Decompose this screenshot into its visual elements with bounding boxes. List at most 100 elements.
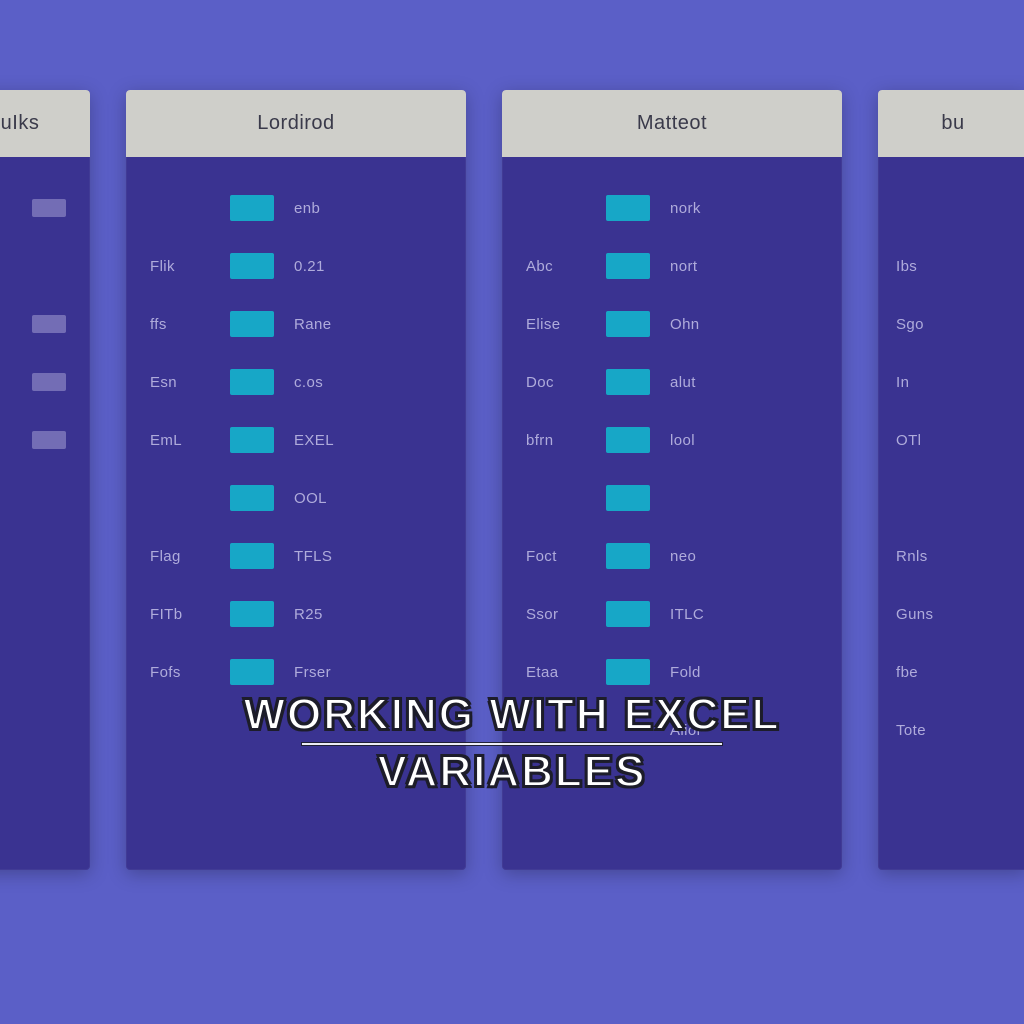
value-chip: [230, 485, 274, 511]
table-row: OTl: [878, 411, 1024, 469]
table-row: EmL EXEL: [126, 411, 466, 469]
cell-label: aL: [0, 432, 14, 449]
value-chip: [230, 601, 274, 627]
cell-label: c.os: [294, 374, 346, 391]
value-chip: [230, 311, 274, 337]
value-chip: [32, 373, 66, 391]
table-row: bfrnlool: [502, 411, 842, 469]
cell-label: sp: [0, 722, 14, 739]
table-row: FITb R25: [126, 585, 466, 643]
table-row: oo: [0, 353, 90, 411]
title-overlay: Working with Excel Variables: [152, 690, 872, 797]
table-row: Flag TFLS: [126, 527, 466, 585]
table-row: Sgo: [878, 295, 1024, 353]
cell-label: TFLS: [294, 548, 346, 565]
table-row: enb: [126, 179, 466, 237]
value-chip: [606, 427, 650, 453]
cell-label: EmL: [150, 432, 210, 449]
table-row: Ibs: [878, 237, 1024, 295]
panel-2-header: Lordirod: [126, 90, 466, 157]
cell-label: Flag: [150, 548, 210, 565]
panel-4: bu Ibs Sgo In OTl Rnls Guns fbe Tote: [878, 90, 1024, 870]
table-row: OOL: [126, 469, 466, 527]
value-chip: [606, 311, 650, 337]
cell-label: Flik: [150, 258, 210, 275]
value-chip: [606, 195, 650, 221]
cell-label: neo: [670, 548, 722, 565]
value-chip: [606, 253, 650, 279]
cell-label: Frser: [294, 664, 346, 681]
value-chip: [230, 659, 274, 685]
cell-label: 0.21: [294, 258, 346, 275]
cell-label: alut: [670, 374, 722, 391]
cell-label: Esn: [150, 374, 210, 391]
table-row: nork: [502, 179, 842, 237]
table-row: Elise Ohn: [502, 295, 842, 353]
cell-label: R25: [294, 606, 346, 623]
cell-label: Ohn: [670, 316, 722, 333]
value-chip: [606, 659, 650, 685]
cell-label: Sgo: [896, 316, 942, 333]
panel-1: uIks xsn ip oo aL sp: [0, 90, 90, 870]
table-row: [0, 585, 90, 643]
table-row: In: [878, 353, 1024, 411]
cell-label: EXEL: [294, 432, 346, 449]
cell-label: Guns: [896, 606, 942, 623]
value-chip: [32, 315, 66, 333]
table-row: xsn: [0, 179, 90, 237]
table-row: [878, 179, 1024, 237]
table-row: fbe: [878, 643, 1024, 701]
value-chip: [606, 485, 650, 511]
panel-1-header: uIks: [0, 90, 90, 157]
cell-label: Rnls: [896, 548, 942, 565]
cell-label: Ibs: [896, 258, 942, 275]
cell-label: Elise: [526, 316, 586, 333]
table-row: Ssor ITLC: [502, 585, 842, 643]
table-row: ffs Rane: [126, 295, 466, 353]
value-chip: [230, 369, 274, 395]
table-row: Foct neo: [502, 527, 842, 585]
table-row: Rnls: [878, 527, 1024, 585]
table-row: [0, 469, 90, 527]
value-chip: [230, 253, 274, 279]
table-row: Abc nort: [502, 237, 842, 295]
value-chip: [230, 543, 274, 569]
title-divider: [302, 743, 722, 745]
cell-label: fbe: [896, 664, 942, 681]
table-row: Tote: [878, 701, 1024, 759]
panel-4-header: bu: [878, 90, 1024, 157]
table-row: aL: [0, 411, 90, 469]
cell-label: FITb: [150, 606, 210, 623]
cell-label: Etaa: [526, 664, 586, 681]
canvas: uIks xsn ip oo aL sp Lordirod enb Flik 0.…: [0, 0, 1024, 1024]
cell-label: ITLC: [670, 606, 722, 623]
cell-label: OTl: [896, 432, 942, 449]
cell-label: enb: [294, 200, 346, 217]
cell-label: Tote: [896, 722, 942, 739]
value-chip: [606, 601, 650, 627]
cell-label: Abc: [526, 258, 586, 275]
panel-1-body: xsn ip oo aL sp: [0, 157, 90, 870]
cell-label: oo: [0, 374, 14, 391]
cell-label: In: [896, 374, 942, 391]
table-row: [0, 527, 90, 585]
cell-label: Rane: [294, 316, 346, 333]
cell-label: Foct: [526, 548, 586, 565]
cell-label: Ssor: [526, 606, 586, 623]
value-chip: [32, 199, 66, 217]
value-chip: [230, 427, 274, 453]
table-row: [0, 237, 90, 295]
cell-label: lool: [670, 432, 722, 449]
table-row: [0, 643, 90, 701]
cell-label: Fofs: [150, 664, 210, 681]
table-row: Esn c.os: [126, 353, 466, 411]
cell-label: nort: [670, 258, 722, 275]
value-chip: [606, 369, 650, 395]
cell-label: OOL: [294, 490, 346, 507]
cell-label: Doc: [526, 374, 586, 391]
table-row: sp: [0, 701, 90, 759]
cell-label: ffs: [150, 316, 210, 333]
cell-label: nork: [670, 200, 722, 217]
table-row: [878, 469, 1024, 527]
table-row: Flik 0.21: [126, 237, 466, 295]
